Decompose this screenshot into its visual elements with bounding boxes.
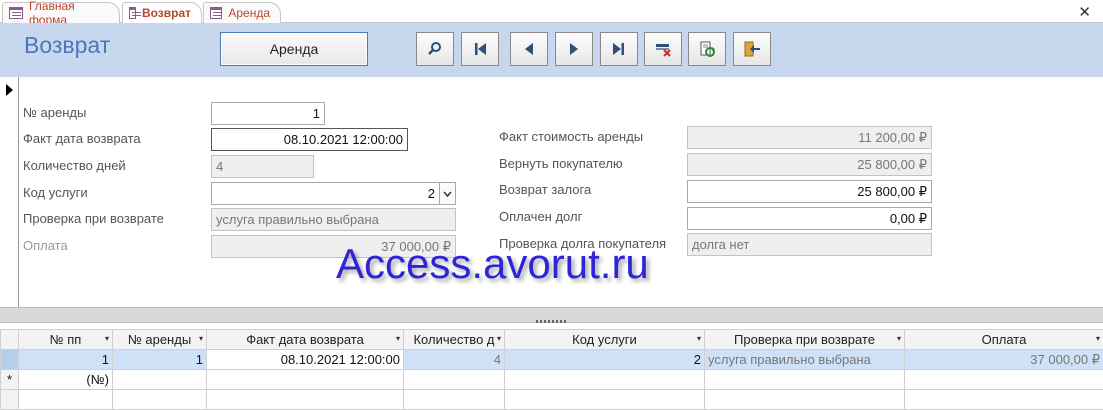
tab-label: Аренда	[228, 6, 270, 20]
column-header[interactable]: № аренды▾	[113, 330, 207, 350]
row-selector[interactable]	[1, 350, 19, 370]
last-record-icon	[609, 39, 629, 59]
table-cell[interactable]: (№)	[19, 370, 113, 390]
table-cell[interactable]: 2	[505, 350, 705, 370]
search-icon	[425, 39, 445, 59]
table-row[interactable]: 1 1 08.10.2021 12:00:00 4 2 услуга прави…	[1, 350, 1103, 370]
previous-record-button[interactable]	[510, 32, 548, 66]
delete-record-icon	[653, 39, 673, 59]
first-record-button[interactable]	[461, 32, 499, 66]
debt-check-field[interactable]: долга нет	[687, 233, 932, 256]
rent-button[interactable]: Аренда	[220, 32, 368, 66]
table-cell[interactable]	[905, 370, 1103, 390]
exit-icon	[742, 39, 762, 59]
record-selector[interactable]	[0, 77, 19, 307]
table-cell[interactable]: 08.10.2021 12:00:00	[207, 350, 404, 370]
dropdown-icon: ▾	[897, 334, 901, 343]
watermark-text: Access.avorut.ru	[336, 240, 649, 288]
column-header[interactable]: Проверка при возврате▾	[705, 330, 905, 350]
tab-label: Возврат	[142, 6, 191, 20]
next-record-button[interactable]	[555, 32, 593, 66]
form-header: Возврат Аренда	[0, 23, 1103, 77]
service-code-combo[interactable]: 2	[211, 182, 456, 205]
deposit-return-label: Возврат залога	[499, 182, 591, 197]
column-header[interactable]: Оплата▾	[905, 330, 1103, 350]
sort-icon: ▾	[105, 334, 109, 343]
table-cell[interactable]	[505, 370, 705, 390]
rent-no-field[interactable]: 1	[211, 102, 325, 125]
last-record-button[interactable]	[600, 32, 638, 66]
dropdown-icon: ▾	[396, 334, 400, 343]
refresh-button[interactable]	[688, 32, 726, 66]
column-header[interactable]: № пп▾	[19, 330, 113, 350]
table-cell[interactable]: 1	[113, 350, 207, 370]
days-label: Количество дней	[23, 158, 126, 173]
subform-splitter[interactable]	[0, 307, 1103, 323]
rent-no-label: № аренды	[23, 105, 86, 120]
form-icon	[129, 7, 136, 19]
refund-field[interactable]: 25 800,00 ₽	[687, 153, 932, 176]
table-cell[interactable]: 1	[19, 350, 113, 370]
days-field[interactable]: 4	[211, 155, 314, 178]
service-code-label: Код услуги	[23, 185, 88, 200]
previous-record-icon	[519, 39, 539, 59]
next-record-icon	[564, 39, 584, 59]
return-date-label: Факт дата возврата	[23, 131, 141, 146]
current-record-arrow-icon	[6, 84, 13, 96]
debt-paid-field[interactable]: 0,00 ₽	[687, 207, 932, 230]
refund-label: Вернуть покупателю	[499, 156, 623, 171]
refresh-icon	[697, 39, 717, 59]
payment-label: Оплата	[23, 238, 68, 253]
column-header[interactable]: Количество д▾	[404, 330, 505, 350]
table-cell[interactable]: 37 000,00 ₽	[905, 350, 1103, 370]
search-button[interactable]	[416, 32, 454, 66]
table-cell[interactable]	[705, 370, 905, 390]
dropdown-icon: ▾	[697, 334, 701, 343]
close-icon[interactable]: ✕	[1078, 3, 1091, 21]
chevron-down-icon[interactable]	[439, 183, 455, 204]
column-header[interactable]: Факт дата возврата▾	[207, 330, 404, 350]
column-header-row: № пп▾ № аренды▾ Факт дата возврата▾ Коли…	[1, 330, 1103, 350]
form-icon	[9, 7, 23, 19]
datasheet: № пп▾ № аренды▾ Факт дата возврата▾ Коли…	[0, 329, 1103, 405]
table-cell[interactable]	[113, 370, 207, 390]
new-record-row[interactable]: * (№)	[1, 370, 1103, 390]
first-record-icon	[470, 39, 490, 59]
form-icon	[210, 7, 222, 19]
dropdown-icon: ▾	[1096, 334, 1100, 343]
debt-paid-label: Оплачен долг	[499, 209, 582, 224]
check-return-field[interactable]: услуга правильно выбрана	[211, 208, 456, 231]
tab-return[interactable]: Возврат	[122, 2, 202, 23]
column-header[interactable]: Код услуги▾	[505, 330, 705, 350]
deposit-return-field[interactable]: 25 800,00 ₽	[687, 180, 932, 203]
splitter-grip-icon[interactable]	[536, 320, 568, 323]
tab-main-form[interactable]: Главная форма	[2, 2, 120, 23]
table-cell[interactable]: услуга правильно выбрана	[705, 350, 905, 370]
tab-rent[interactable]: Аренда	[203, 2, 281, 23]
new-record-marker[interactable]: *	[1, 370, 19, 390]
delete-record-button[interactable]	[644, 32, 682, 66]
dropdown-icon: ▾	[497, 334, 501, 343]
table-cell[interactable]	[207, 370, 404, 390]
rent-cost-label: Факт стоимость аренды	[499, 129, 643, 144]
return-date-field[interactable]: 08.10.2021 12:00:00	[211, 128, 408, 151]
document-tab-bar: Главная форма Возврат Аренда ✕	[0, 0, 1103, 23]
page-title: Возврат	[24, 32, 110, 59]
check-return-label: Проверка при возврате	[23, 211, 164, 226]
select-all-cell[interactable]	[1, 330, 19, 350]
table-cell[interactable]: 4	[404, 350, 505, 370]
rent-cost-field[interactable]: 11 200,00 ₽	[687, 126, 932, 149]
service-code-value: 2	[428, 186, 435, 201]
empty-row	[1, 390, 1103, 410]
sort-icon: ▾	[199, 334, 203, 343]
table-cell[interactable]	[404, 370, 505, 390]
exit-button[interactable]	[733, 32, 771, 66]
